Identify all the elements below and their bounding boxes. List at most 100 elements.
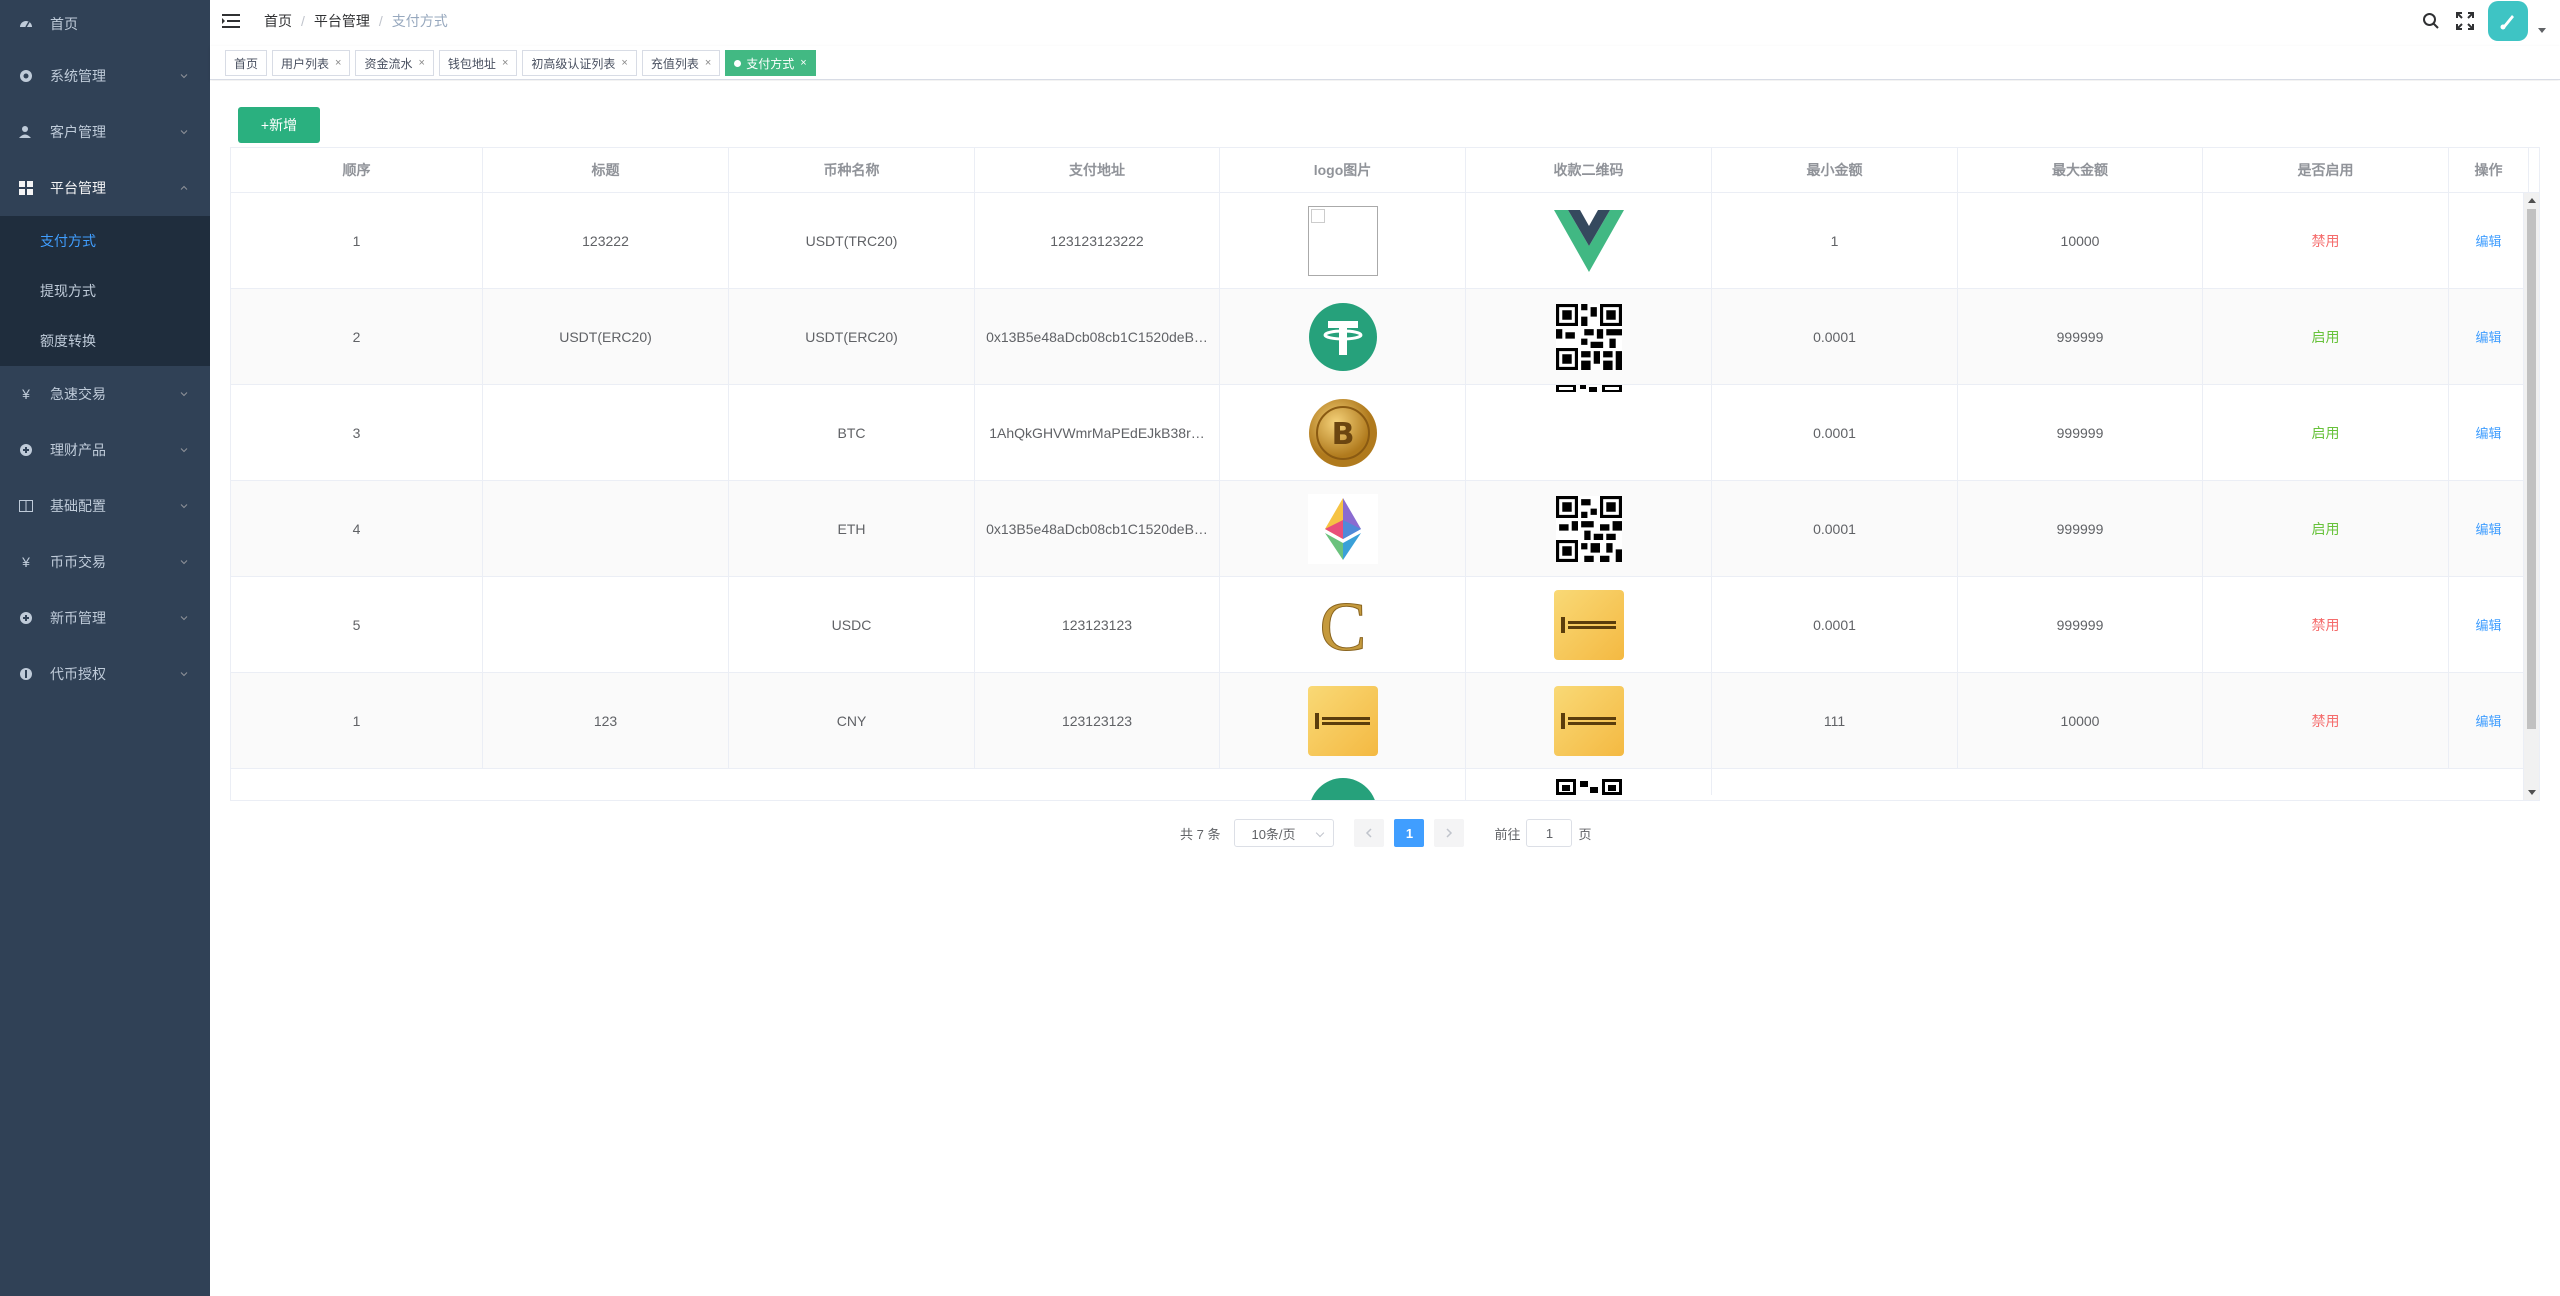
cell-order: 3	[231, 385, 483, 480]
avatar[interactable]	[2488, 1, 2528, 41]
active-dot	[734, 59, 742, 67]
cell-min: 0.0001	[1712, 577, 1958, 672]
edit-button[interactable]: 编辑	[2449, 289, 2529, 384]
cell-title: USDT(ERC20)	[483, 289, 729, 384]
caret-down-icon[interactable]	[2538, 27, 2546, 33]
table-row: 5 USDC 123123123 C 0.0001 999999 禁用 编辑	[231, 577, 2539, 673]
status-badge[interactable]: 启用	[2203, 385, 2449, 480]
edit-button[interactable]: 编辑	[2449, 193, 2529, 288]
column-header: logo图片	[1220, 148, 1466, 192]
edit-button[interactable]: 编辑	[2449, 481, 2529, 576]
sidebar: 首页 系统管理 客户管理 平台管理 支付方式 提现方式 额度转换 ¥ 急速交易	[0, 0, 210, 1296]
sidebar-item-new-coin[interactable]: 新币管理	[0, 590, 210, 646]
status-badge[interactable]: 启用	[2203, 289, 2449, 384]
cell-coin: CNY	[729, 673, 975, 768]
breadcrumb-current: 支付方式	[391, 13, 448, 29]
cell-title	[483, 481, 729, 576]
payment-methods-table: 顺序 标题 币种名称 支付地址 logo图片 收款二维码 最小金额 最大金额 是…	[230, 147, 2540, 801]
qr-code-icon	[1555, 303, 1622, 370]
status-badge[interactable]: 禁用	[2203, 193, 2449, 288]
next-page-button[interactable]	[1434, 819, 1465, 847]
cell-logo: B	[1220, 385, 1466, 480]
goto-page-input[interactable]: 1	[1526, 819, 1573, 847]
navbar-right	[2414, 0, 2560, 42]
chevron-down-icon	[180, 616, 188, 621]
sidebar-subitem-payment-methods[interactable]: 支付方式	[0, 216, 210, 266]
cell-max: 10000	[1958, 193, 2203, 288]
close-icon[interactable]: ×	[335, 57, 341, 69]
sidebar-item-quick-trade[interactable]: ¥ 急速交易	[0, 366, 210, 422]
cell-logo	[1220, 193, 1466, 288]
page-number-current[interactable]: 1	[1394, 819, 1425, 847]
table-row: 1 123222 USDT(TRC20) 123123123222 1 1000…	[231, 193, 2539, 289]
add-button[interactable]: +新增	[238, 107, 320, 143]
status-badge[interactable]: 禁用	[2203, 577, 2449, 672]
scrollbar-thumb[interactable]	[2527, 209, 2536, 729]
page-size-select[interactable]: 10条/页	[1234, 819, 1335, 847]
sidebar-item-customers[interactable]: 客户管理	[0, 104, 210, 160]
edit-button[interactable]: 编辑	[2449, 577, 2529, 672]
chevron-right-icon	[1446, 828, 1453, 838]
sidebar-item-coin-trade[interactable]: ¥ 币币交易	[0, 534, 210, 590]
search-icon[interactable]	[2414, 0, 2448, 42]
scroll-up-icon[interactable]	[2528, 198, 2536, 203]
table-scrollbar[interactable]	[2523, 193, 2539, 800]
prev-page-button[interactable]	[1354, 819, 1385, 847]
tag-user-list[interactable]: 用户列表 ×	[272, 50, 351, 76]
fullscreen-icon[interactable]	[2448, 0, 2482, 42]
edit-button[interactable]: 编辑	[2449, 385, 2529, 480]
sidebar-item-label: 客户管理	[50, 124, 106, 140]
column-header: 最小金额	[1712, 148, 1958, 192]
tag-payment-methods[interactable]: 支付方式 ×	[725, 50, 816, 76]
tag-fund-flow[interactable]: 资金流水 ×	[355, 50, 434, 76]
close-icon[interactable]: ×	[621, 57, 627, 69]
sidebar-item-platform[interactable]: 平台管理	[0, 160, 210, 216]
cell-coin: ETH	[729, 481, 975, 576]
chevron-down-icon	[180, 74, 188, 79]
cell-logo	[1220, 481, 1466, 576]
column-header: 操作	[2449, 148, 2529, 192]
bitcoin-icon: B	[1308, 398, 1377, 467]
tag-recharge-list[interactable]: 充值列表 ×	[641, 50, 721, 76]
cell-qr	[1466, 289, 1712, 384]
close-icon[interactable]: ×	[800, 57, 806, 69]
tag-label: 初高级认证列表	[531, 56, 616, 71]
scroll-down-icon[interactable]	[2528, 790, 2536, 795]
status-badge[interactable]: 启用	[2203, 481, 2449, 576]
badge-icon	[18, 666, 34, 682]
sidebar-item-finance-products[interactable]: 理财产品	[0, 422, 210, 478]
sidebar-item-label: 币币交易	[50, 554, 106, 570]
sidebar-subitem-quota-conversion[interactable]: 额度转换	[0, 316, 210, 366]
status-badge[interactable]: 禁用	[2203, 673, 2449, 768]
breadcrumb-home[interactable]: 首页	[264, 11, 292, 31]
hamburger-icon[interactable]	[210, 0, 252, 42]
sidebar-item-token-auth[interactable]: 代币授权	[0, 646, 210, 702]
svg-text:B: B	[1331, 417, 1354, 452]
sidebar-item-home[interactable]: 首页	[0, 0, 210, 48]
user-icon	[18, 124, 34, 140]
tag-label: 钱包地址	[447, 56, 496, 71]
sidebar-subitem-withdraw-methods[interactable]: 提现方式	[0, 266, 210, 316]
page-unit-label: 页	[1578, 826, 1592, 842]
column-header: 币种名称	[729, 148, 975, 192]
cell-title: 123222	[483, 193, 729, 288]
tag-home[interactable]: 首页	[225, 50, 268, 76]
edit-button[interactable]: 编辑	[2449, 673, 2529, 768]
chevron-down-icon	[1316, 828, 1325, 838]
breadcrumb-section[interactable]: 平台管理	[314, 11, 370, 31]
close-icon[interactable]: ×	[418, 57, 424, 69]
sidebar-item-basic-config[interactable]: 基础配置	[0, 478, 210, 534]
book-icon	[18, 498, 34, 514]
tag-label: 用户列表	[281, 56, 330, 71]
cell-address: 0x13B5e48aDcb08cb1C1520deB…	[975, 289, 1220, 384]
breadcrumb-separator: /	[378, 13, 383, 29]
tag-wallet-address[interactable]: 钱包地址 ×	[438, 50, 518, 76]
close-icon[interactable]: ×	[502, 57, 508, 69]
sidebar-item-label: 首页	[50, 16, 78, 32]
tag-label: 充值列表	[650, 56, 699, 71]
sidebar-item-system[interactable]: 系统管理	[0, 48, 210, 104]
close-icon[interactable]: ×	[705, 57, 711, 69]
address-text: 123123123	[1061, 616, 1133, 633]
tag-verification-list[interactable]: 初高级认证列表 ×	[522, 50, 637, 76]
cell-max: 999999	[1958, 577, 2203, 672]
